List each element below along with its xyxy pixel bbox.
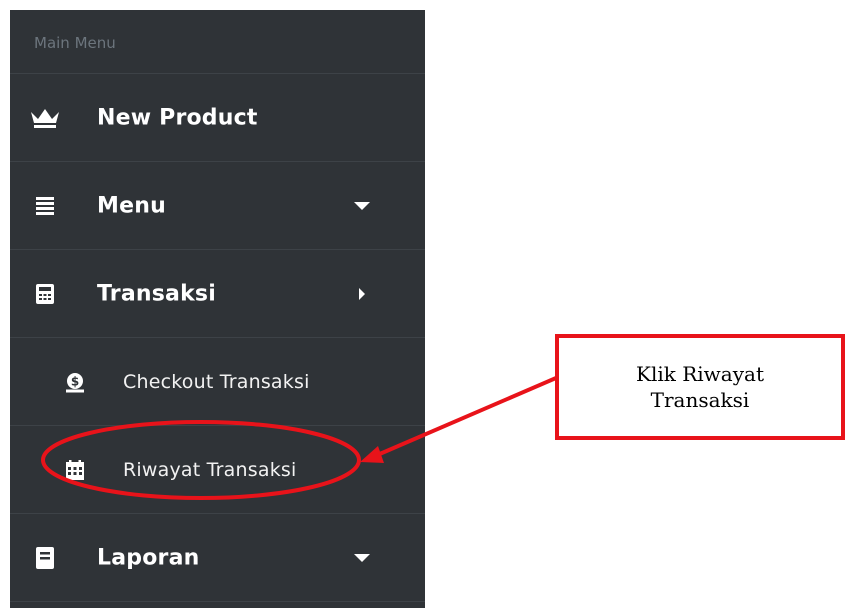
highlight-ellipse: [41, 420, 361, 500]
pointer-arrow-line: [374, 376, 557, 458]
annotation-callout: Klik Riwayat Transaksi: [555, 334, 845, 440]
callout-text: Klik Riwayat Transaksi: [636, 362, 764, 412]
annotation-overlay: [41, 376, 557, 500]
pointer-arrowhead: [360, 446, 384, 463]
